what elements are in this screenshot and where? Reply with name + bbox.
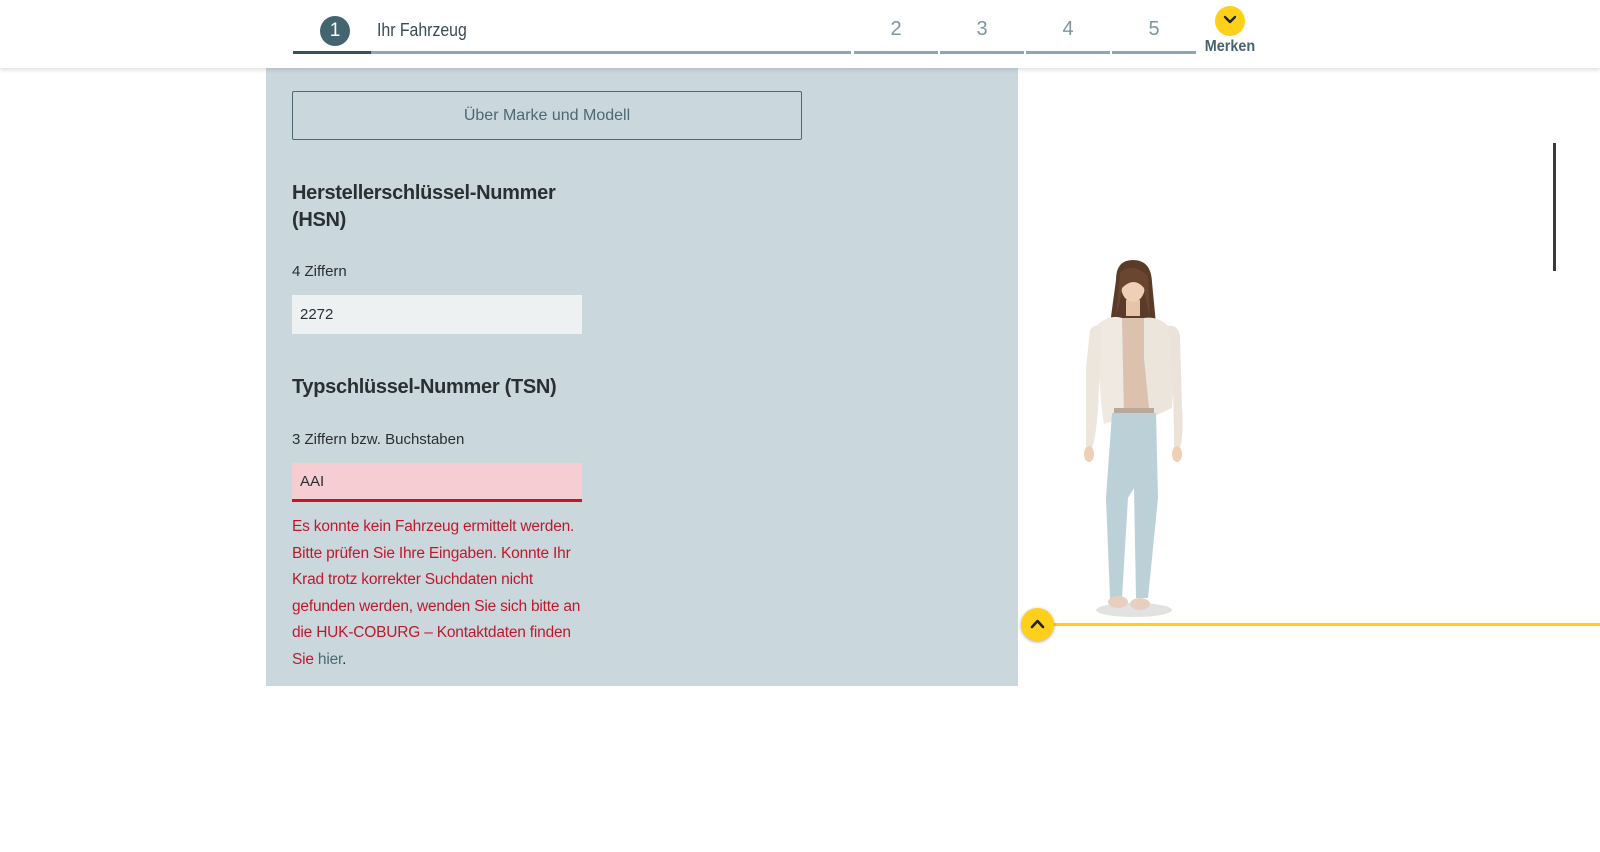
- step-2-track: [854, 51, 938, 54]
- step-5[interactable]: 5: [1112, 12, 1196, 54]
- vehicle-form-panel: Über Marke und Modell Herstellerschlüsse…: [266, 68, 1018, 686]
- step-1[interactable]: 1 Ihr Fahrzeug: [293, 12, 851, 54]
- step-4-number: 4: [1062, 18, 1074, 40]
- tsn-hint: 3 Ziffern bzw. Buchstaben: [292, 431, 465, 448]
- step-2-number: 2: [890, 18, 902, 40]
- step-5-number: 5: [1148, 18, 1160, 40]
- step-4[interactable]: 4: [1026, 12, 1110, 54]
- step-1-label: Ihr Fahrzeug: [377, 20, 467, 40]
- hsn-hint: 4 Ziffern: [292, 263, 347, 280]
- tsn-error-text: Es konnte kein Fahrzeug ermittelt werden…: [292, 518, 581, 668]
- error-period: .: [342, 650, 347, 668]
- merken-label: Merken: [1204, 38, 1256, 55]
- chevron-up-icon: [1030, 619, 1045, 629]
- brand-model-button[interactable]: Über Marke und Modell: [292, 91, 802, 140]
- tsn-input[interactable]: [292, 463, 582, 502]
- progress-stepper: 1 Ihr Fahrzeug 2 3 4 5 Merken: [0, 0, 1600, 68]
- hsn-input[interactable]: [292, 295, 582, 334]
- contact-link[interactable]: hier: [318, 651, 342, 668]
- hsn-title: Herstellerschlüssel-Nummer (HSN): [292, 182, 556, 231]
- step-2[interactable]: 2: [854, 12, 938, 54]
- step-1-progress: [293, 51, 371, 54]
- step-1-number: 1: [320, 16, 350, 46]
- scroll-to-top-button[interactable]: [1021, 608, 1054, 641]
- step-4-track: [1026, 51, 1110, 54]
- step-1-track: [293, 51, 851, 54]
- scroll-progress-line: [1040, 623, 1600, 626]
- chevron-down-icon: [1215, 6, 1245, 36]
- step-3-track: [940, 51, 1024, 54]
- tsn-error-message: Es konnte kein Fahrzeug ermittelt werden…: [292, 514, 592, 673]
- step-3[interactable]: 3: [940, 12, 1024, 54]
- scrollbar-thumb[interactable]: [1553, 143, 1556, 271]
- advisor-person-image: [1084, 260, 1183, 617]
- step-3-number: 3: [976, 18, 988, 40]
- merken-button[interactable]: Merken: [1200, 6, 1260, 62]
- step-5-track: [1112, 51, 1196, 54]
- tsn-title: Typschlüssel-Nummer (TSN): [292, 376, 557, 398]
